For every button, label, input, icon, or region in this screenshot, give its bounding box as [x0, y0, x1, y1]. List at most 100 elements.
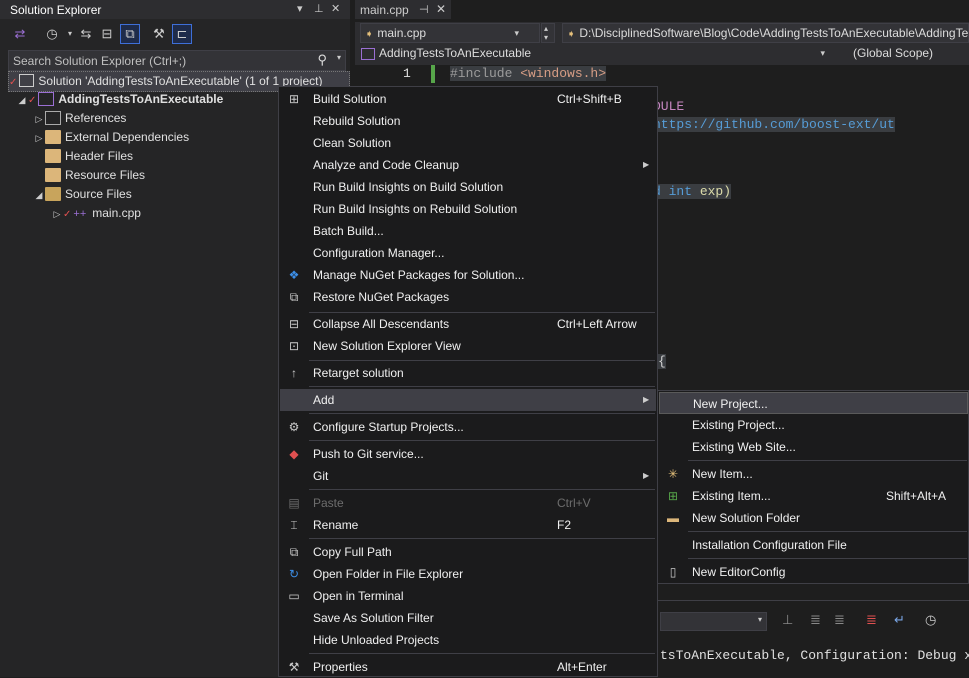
collapse-arrow-icon[interactable]: ◢: [33, 186, 45, 205]
clock-icon[interactable]: ◷: [925, 612, 936, 628]
menu-separator: [309, 489, 655, 490]
close-tab-icon[interactable]: ✕: [436, 2, 446, 16]
dropdown-arrow-icon: ▾: [820, 48, 825, 58]
search-options-icon[interactable]: ▾: [337, 53, 341, 62]
menu-item-restore-nuget[interactable]: ⧉ Restore NuGet Packages: [280, 286, 656, 308]
menu-item-open-folder[interactable]: ↻ Open Folder in File Explorer: [280, 563, 656, 585]
submenu-item-new-solution-folder[interactable]: ▬ New Solution Folder: [659, 507, 968, 529]
menu-separator: [688, 558, 967, 559]
submenu-item-new-editorconfig[interactable]: ▯ New EditorConfig: [659, 561, 968, 583]
menu-item-collapse-all[interactable]: ⊟ Collapse All Descendants Ctrl+Left Arrow: [280, 313, 656, 335]
menu-item-properties[interactable]: ⚒ Properties Alt+Enter: [280, 656, 656, 678]
tree-item-header-files[interactable]: Header Files: [45, 147, 133, 166]
menu-item-push-to-git[interactable]: ◆ Push to Git service...: [280, 443, 656, 465]
submenu-item-installation-config[interactable]: Installation Configuration File: [659, 534, 968, 556]
menu-item-analyze-code-cleanup[interactable]: Analyze and Code Cleanup ▶: [280, 154, 656, 176]
arrow-right-icon: ➧: [567, 29, 576, 40]
properties-wrench-icon[interactable]: ⚒: [149, 24, 169, 44]
search-icon[interactable]: ⚲: [317, 52, 327, 68]
tree-item-external-dependencies[interactable]: ▷ External Dependencies: [33, 128, 189, 147]
menu-item-rebuild-solution[interactable]: Rebuild Solution: [280, 110, 656, 132]
submenu-item-existing-project[interactable]: Existing Project...: [659, 414, 968, 436]
menu-item-build-solution[interactable]: ⊞ Build Solution Ctrl+Shift+B: [280, 88, 656, 110]
expand-arrow-icon[interactable]: ▷: [51, 205, 63, 224]
project-icon: [38, 91, 55, 106]
new-folder-icon: ▬: [667, 511, 679, 525]
file-combo[interactable]: ➧ main.cpp ▾: [360, 23, 540, 43]
output-source-combo[interactable]: ▾: [660, 612, 767, 631]
scope-combo[interactable]: (Global Scope): [833, 44, 969, 64]
clear-all-icon[interactable]: ≣: [866, 612, 877, 628]
menu-item-build-insights-build[interactable]: Run Build Insights on Build Solution: [280, 176, 656, 198]
menu-separator: [309, 538, 655, 539]
editor-scope-bar: AddingTestsToAnExecutable ▾ (Global Scope…: [355, 44, 969, 65]
tree-item-main-cpp[interactable]: ▷ ✓ ++ main.cpp: [51, 204, 141, 223]
project-icon: [361, 47, 375, 60]
submenu-item-new-project[interactable]: New Project...: [659, 392, 968, 414]
menu-item-rename[interactable]: ⌶ Rename F2: [280, 514, 656, 536]
switch-views-icon[interactable]: ⇄: [10, 24, 30, 44]
menu-separator: [309, 360, 655, 361]
nuget-icon: ❖: [288, 268, 300, 282]
submenu-item-existing-item[interactable]: ⊞ Existing Item... Shift+Alt+A: [659, 485, 968, 507]
close-icon[interactable]: ✕: [331, 2, 340, 15]
down-arrow-icon: ▾: [544, 33, 549, 42]
project-combo[interactable]: AddingTestsToAnExecutable ▾: [356, 44, 831, 64]
menu-item-git[interactable]: Git ▶: [280, 465, 656, 487]
search-input[interactable]: [13, 51, 313, 70]
menu-item-retarget-solution[interactable]: ↑ Retarget solution: [280, 362, 656, 384]
menu-separator: [309, 440, 655, 441]
submenu-arrow-icon: ▶: [643, 395, 650, 404]
next-message-icon[interactable]: ≣: [834, 612, 845, 628]
dropdown-arrow-icon[interactable]: ▾: [297, 2, 303, 15]
word-wrap-icon[interactable]: ↵: [894, 612, 905, 628]
menu-item-configuration-manager[interactable]: Configuration Manager...: [280, 242, 656, 264]
code-fragment-signature: d int exp): [653, 184, 732, 199]
existing-item-icon: ⊞: [667, 489, 679, 503]
preview-selected-icon[interactable]: ⊏: [172, 24, 192, 44]
menu-item-copy-full-path[interactable]: ⧉ Copy Full Path: [280, 541, 656, 563]
submenu-item-existing-web-site[interactable]: Existing Web Site...: [659, 436, 968, 458]
menu-item-save-solution-filter[interactable]: Save As Solution Filter: [280, 607, 656, 629]
editor-nav-bar: ➧ main.cpp ▾ ▴ ▾ ➧ D:\DisciplinedSoftware\Bl…: [355, 22, 969, 44]
tree-item-references[interactable]: ▷ References: [33, 109, 126, 128]
tree-item-resource-files[interactable]: Resource Files: [45, 166, 145, 185]
menu-item-open-terminal[interactable]: ▭ Open in Terminal: [280, 585, 656, 607]
menu-item-hide-unloaded[interactable]: Hide Unloaded Projects: [280, 629, 656, 651]
sync-icon[interactable]: ⇆: [76, 24, 96, 44]
solution-explorer-title-bar: Solution Explorer ▾ ⊥ ✕: [0, 0, 350, 19]
pin-icon[interactable]: ⊥: [314, 2, 324, 15]
prev-message-icon[interactable]: ≣: [810, 612, 821, 628]
editorconfig-icon: ▯: [669, 565, 677, 579]
menu-item-add[interactable]: Add ▶: [280, 389, 656, 411]
menu-item-configure-startup[interactable]: ⚙ Configure Startup Projects...: [280, 416, 656, 438]
file-spinner[interactable]: ▴ ▾: [541, 23, 555, 43]
solution-icon: [19, 74, 35, 88]
path-combo[interactable]: ➧ D:\DisciplinedSoftware\Blog\Code\Adding…: [562, 23, 969, 43]
rename-icon: ⌶: [290, 518, 298, 532]
dropdown-arrow-icon: ▾: [514, 28, 519, 38]
submenu-item-new-item[interactable]: ✳ New Item...: [659, 463, 968, 485]
expand-arrow-icon[interactable]: ▷: [33, 129, 45, 148]
menu-item-build-insights-rebuild[interactable]: Run Build Insights on Rebuild Solution: [280, 198, 656, 220]
show-all-files-icon[interactable]: ⧉: [120, 24, 140, 44]
tab-main-cpp[interactable]: main.cpp ⊣ ✕: [355, 0, 451, 19]
menu-item-manage-nuget[interactable]: ❖ Manage NuGet Packages for Solution...: [280, 264, 656, 286]
check-icon: ✓: [9, 77, 18, 88]
code-line-include: #include <windows.h>: [450, 66, 607, 81]
collapse-all-icon[interactable]: ⊟: [97, 24, 117, 44]
menu-item-clean-solution[interactable]: Clean Solution: [280, 132, 656, 154]
find-message-icon[interactable]: ⊥: [782, 612, 793, 628]
submenu-arrow-icon: ▶: [643, 160, 650, 169]
history-icon[interactable]: ◷: [42, 24, 62, 44]
tree-item-source-files[interactable]: ◢ Source Files: [33, 185, 132, 204]
new-view-icon: ⊡: [288, 339, 300, 353]
references-icon: [45, 110, 61, 125]
pin-icon[interactable]: ⊣: [419, 3, 429, 16]
collapse-arrow-icon[interactable]: ◢: [16, 91, 28, 110]
menu-item-new-se-view[interactable]: ⊡ New Solution Explorer View: [280, 335, 656, 357]
expand-arrow-icon[interactable]: ▷: [33, 110, 45, 129]
search-box[interactable]: ⚲ ▾: [8, 50, 346, 71]
menu-item-batch-build[interactable]: Batch Build...: [280, 220, 656, 242]
tree-project-node[interactable]: ◢ ✓ AddingTestsToAnExecutable: [16, 90, 223, 109]
